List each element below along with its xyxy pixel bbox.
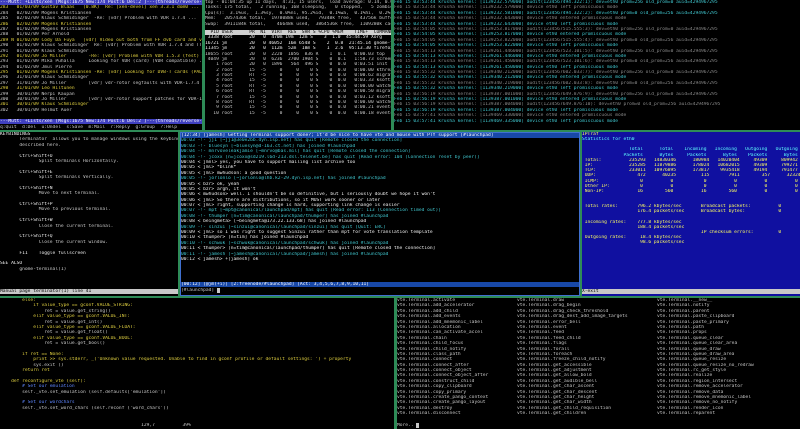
- code-buffer[interactable]: else: if value_type == gconf.VALUE_STRIN…: [0, 298, 394, 411]
- iptraf-pane[interactable]: IPTraf Statistics for eth0 Total Total I…: [582, 132, 800, 296]
- man-line: Terminator allows you to manage windows …: [0, 137, 178, 143]
- pane-separator[interactable]: [391, 0, 394, 130]
- mutt-message-row[interactable]: 283 01/03/09 Gustav Blaas (0.8K) Re: [xe…: [0, 5, 202, 10]
- top-summary-line: Swap: 3911184k total, 46648k used, 38645…: [205, 21, 391, 27]
- code-line: print >> sys.stderr, _('Unknown value re…: [0, 357, 352, 363]
- completion-column: vte.Terminal.draw vte.Terminal.drag_begin…: [517, 298, 657, 417]
- top-process-list[interactable]: 3338 root 20 0 470m 19m 12m S 3 1.0 45:4…: [205, 35, 391, 116]
- top-pane[interactable]: top - 01:04:35 up 11 days, 4:31, 15 user…: [205, 0, 391, 130]
- top-process-row[interactable]: 10 root 15 -5 0 0 0 S 0 0.0 0:00.18 even…: [205, 111, 391, 116]
- iptraf-columns: Total Total Incoming Incoming Outgoing O…: [582, 147, 798, 153]
- pane-separator[interactable]: [178, 132, 180, 296]
- mutt-message-row[interactable]: 290 01/02/09 Klaus Schmidinger Re: [vdr]…: [0, 43, 202, 48]
- iptraf-row[interactable]: UDP: 472 40235 115 7911 357 32324: [582, 173, 800, 178]
- top-process-row[interactable]: 6 root RT -5 0 0 0 S 0 0.0 0:00.50 migra…: [205, 89, 391, 94]
- iptraf-rates: Total rates: 796.2 kbytes/sec Broadcast …: [582, 204, 800, 246]
- top-summary-line: Tasks: 175 total, 2 running, 168 sleepin…: [205, 5, 391, 11]
- iptraf-row[interactable]: Non-IP: 16 560 16 560 0 0: [582, 189, 800, 194]
- iptraf-stats-table: Total: 235293 14830346 180984 14020404 4…: [582, 158, 800, 194]
- top-process-row[interactable]: 3338 root 20 0 470m 19m 12m S 3 1.0 45:4…: [205, 35, 391, 40]
- completion-column: vte.Terminal.__new__ vte.Terminal.notify v…: [657, 298, 797, 417]
- man-pane[interactable]: KEYBINDINGS Terminator allows you to man…: [0, 132, 178, 296]
- pane-separator[interactable]: [394, 298, 397, 429]
- iptraf-rate-line: 176.4 packets/sec Broadcast bytes: 0: [582, 209, 782, 215]
- syslog-pane[interactable]: Feb 15 03:53:44 krusha kernel: [1139232.…: [394, 0, 800, 130]
- completion-item[interactable]: vte.Terminal.reparent: [657, 411, 797, 416]
- pane-separator[interactable]: [202, 0, 205, 130]
- vim-pane[interactable]: else: if value_type == gconf.VALUE_STRIN…: [0, 298, 394, 429]
- irc-pane[interactable]: [12:34] [jamesh] Getting Terminal suppor…: [180, 132, 580, 296]
- man-line: gnome-terminal(1): [0, 266, 67, 272]
- irc-message: 00:12 < jamesh> +[jamesh] ok: [181, 256, 259, 262]
- mutt-status-bar: ---Mutt: +Lists/xen [Msgs:1675 New:174 P…: [0, 118, 202, 124]
- more-prompt[interactable]: More..: [397, 422, 800, 428]
- top-summary: top - 01:04:35 up 11 days, 4:31, 15 user…: [205, 0, 391, 27]
- irc-input[interactable]: [#launchpad]: [181, 287, 579, 293]
- man-body: Terminator allows you to manage windows …: [0, 137, 178, 272]
- irc-status-bar: [00:12] [@jm(+i)] [2:freenode/#launchpad…: [181, 281, 579, 287]
- completion-column: vte.Terminal.activate vte.Terminal.add_ac…: [397, 298, 517, 417]
- pane-separator[interactable]: [580, 132, 582, 296]
- vim-ruler: 129,7 39%: [0, 422, 191, 428]
- cursor-icon: [416, 422, 420, 428]
- completion-item[interactable]: vte.Terminal.get_children: [517, 411, 657, 416]
- top-process-row[interactable]: 1 root 20 0 1896 564 496 S 0 0.0 0:03.51…: [205, 62, 391, 67]
- cursor-icon: [216, 287, 220, 293]
- mutt-message-row[interactable]: 285 02/02/09 Klaus Schmidinger -Re: [vdr…: [0, 16, 202, 21]
- mutt-pane[interactable]: ---Mutt: +Lists/xen [Msgs:1675 New:174 P…: [0, 0, 202, 130]
- syslog-list: Feb 15 03:53:44 krusha kernel: [1139232.…: [394, 0, 800, 124]
- mutt-message-row[interactable]: 293 01/02/09 Mika Puhalla Looking for VD…: [0, 59, 202, 64]
- top-summary-line: Mem: 2057436k total, 1978088k used, 7934…: [205, 16, 391, 22]
- mutt-message-list[interactable]: 283 01/03/09 Gustav Blaas (0.8K) Re: [xe…: [0, 5, 202, 113]
- iptraf-footer[interactable]: X-exit: [582, 288, 800, 294]
- man-status: Manual page terminator(1) line 41: [0, 288, 178, 294]
- syslog-line: Feb 15 03:57:41 krusha kernel: [1139469.…: [394, 118, 619, 124]
- iptraf-row[interactable]: ICMP: 0 0 0 0 0 0: [582, 179, 800, 184]
- iptraf-columns-2: Packets Bytes Packets Bytes Packets Byte…: [582, 152, 798, 158]
- irc-messages: 00:03 -!- jj1 [~jj1@3e0e2bb.dyn.isp.net]…: [181, 138, 579, 262]
- iptraf-rate-line: 98.6 packets/sec: [582, 240, 685, 246]
- vte-completions-pane[interactable]: vte.Terminal.activate vte.Terminal.add_ac…: [397, 298, 800, 429]
- irc-prompt: [#launchpad]: [181, 287, 217, 293]
- mutt-message-row[interactable]: 302 30/01/09 Helmut Auer: [0, 108, 202, 113]
- more-prompt-label: More..: [397, 422, 417, 428]
- top-process-row[interactable]: 11345 jm 20 0 112m 52m 18m S 1 2.6 95:13…: [205, 46, 391, 51]
- code-line: self._vte.set_word_chars (self.reconf ('…: [0, 405, 169, 411]
- completion-item[interactable]: vte.Terminal.disconnect: [397, 411, 517, 416]
